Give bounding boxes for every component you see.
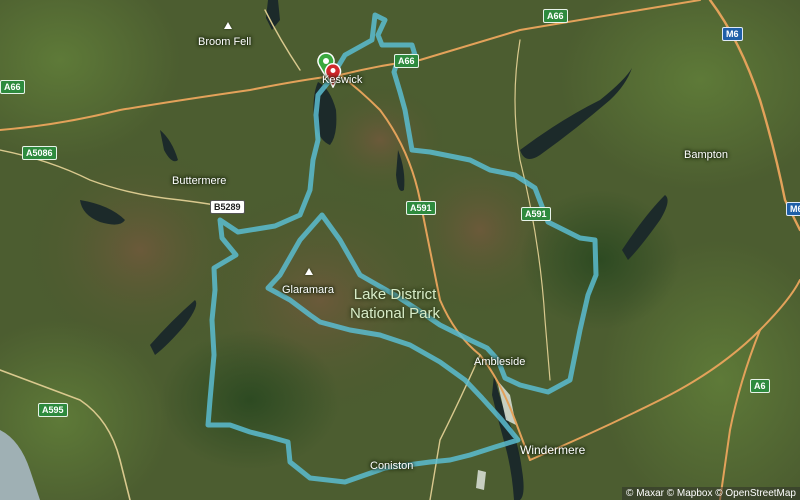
place-buttermere: Buttermere xyxy=(172,175,227,187)
place-windermere: Windermere xyxy=(520,443,586,457)
place-bampton: Bampton xyxy=(684,149,729,161)
place-ambleside: Ambleside xyxy=(474,356,526,368)
road-shield-m6: M6 xyxy=(722,27,743,41)
road-shield-a595: A595 xyxy=(38,403,68,417)
road-shield-m6: M6 xyxy=(786,202,800,216)
route-line[interactable] xyxy=(205,12,599,485)
road-shield-a66: A66 xyxy=(0,80,25,94)
road-shield-a66: A66 xyxy=(394,54,419,68)
park-label-line1: Lake District xyxy=(353,286,437,303)
road-shield-a66: A66 xyxy=(543,9,568,23)
map-view[interactable]: Broom Fell Keswick Buttermere Glaramara … xyxy=(0,0,800,500)
route-layer xyxy=(205,12,599,485)
road-shield-a591: A591 xyxy=(521,207,551,221)
national-park-label: Lake District National Park xyxy=(340,285,450,323)
park-label-line2: National Park xyxy=(349,305,441,322)
place-keswick: Keswick xyxy=(322,74,363,86)
road-shield-b5289: B5289 xyxy=(210,200,245,214)
place-glaramara: Glaramara xyxy=(282,284,334,296)
road-shield-a5086: A5086 xyxy=(22,146,57,160)
place-coniston: Coniston xyxy=(370,460,414,472)
peak-icon xyxy=(305,268,313,275)
place-broom-fell: Broom Fell xyxy=(198,36,252,48)
road-shield-a6: A6 xyxy=(750,379,770,393)
map-attribution[interactable]: © Maxar © Mapbox © OpenStreetMap xyxy=(622,487,800,500)
road-shield-a591: A591 xyxy=(406,201,436,215)
peak-icon xyxy=(224,22,232,29)
